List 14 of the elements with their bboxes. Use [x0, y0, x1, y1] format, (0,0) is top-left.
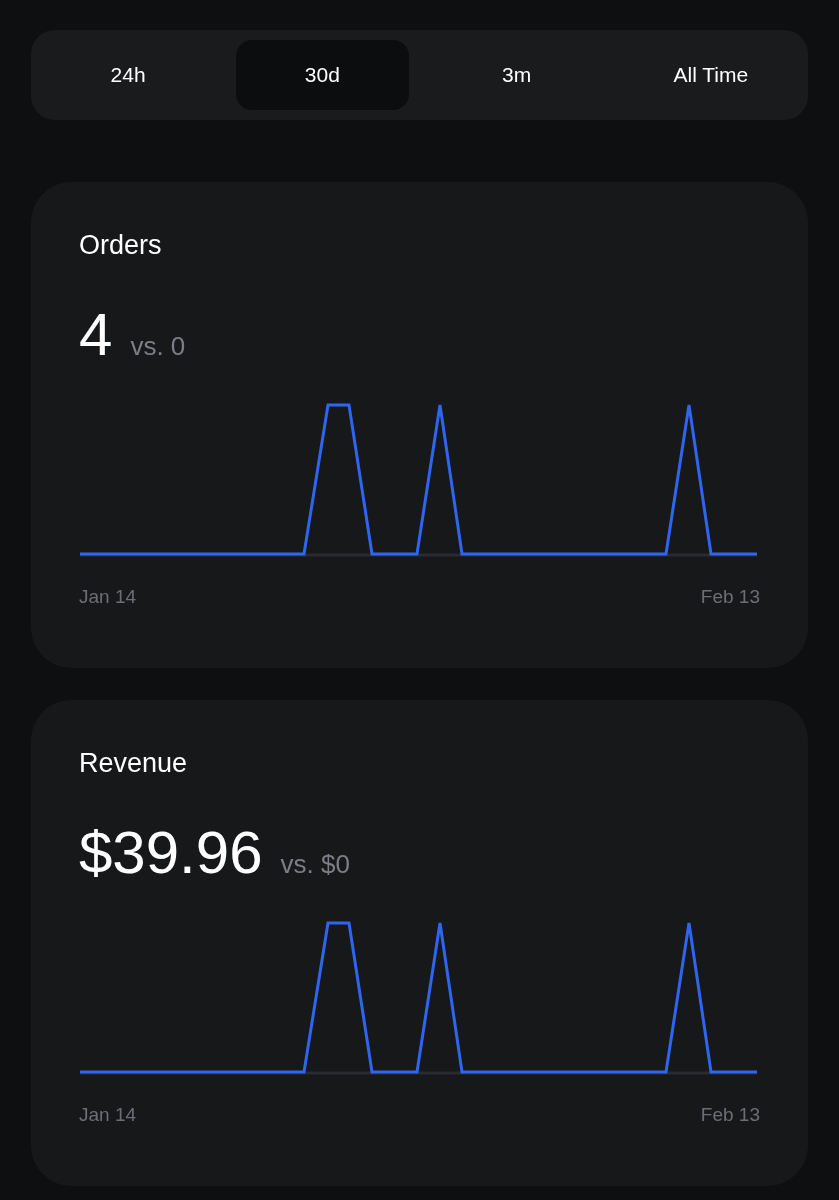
comparison-text: vs. 0	[130, 330, 186, 363]
axis-label: Feb 13	[700, 1103, 760, 1127]
period-tab[interactable]: 24h	[42, 40, 215, 110]
card-title: Revenue	[79, 750, 189, 777]
card-title: Orders	[79, 232, 163, 259]
axis-label: Jan 14	[79, 585, 137, 609]
axis-label: Feb 13	[700, 585, 760, 609]
period-tab[interactable]: 3m	[430, 40, 603, 110]
metric-value: $39.96	[79, 823, 263, 883]
period-tab[interactable]: 30d	[236, 40, 409, 110]
period-tab[interactable]: All Time	[624, 40, 797, 110]
comparison-text: vs. $0	[280, 848, 350, 881]
metric-value: 4	[79, 305, 113, 365]
axis-label: Jan 14	[79, 1103, 137, 1127]
